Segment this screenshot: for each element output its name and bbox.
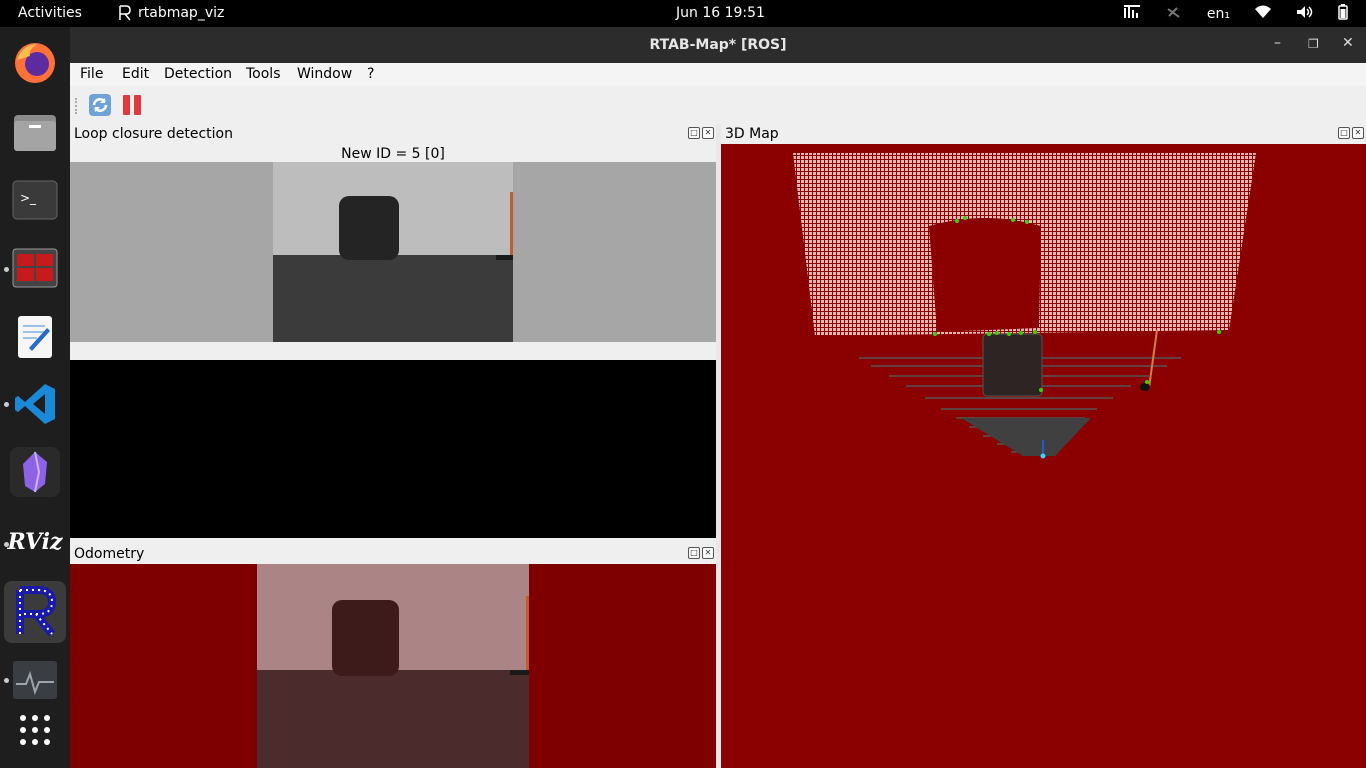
rtabmap-window: RTAB-Map* [ROS] – ❐ ✕ File Edit Detectio… [70, 27, 1366, 768]
new-image-view[interactable] [70, 162, 716, 342]
window-titlebar[interactable]: RTAB-Map* [ROS] – ❐ ✕ [70, 27, 1366, 63]
odometry-image-view[interactable] [70, 564, 716, 768]
svg-text:>_: >_ [20, 191, 37, 205]
top-bar: Activities rtabmap_viz Jun 16 19:51 en₁ [0, 0, 1366, 27]
vscode-icon[interactable] [10, 379, 60, 429]
system-tray[interactable]: en₁ [1123, 4, 1348, 24]
system-monitor-icon[interactable] [10, 655, 60, 705]
clock[interactable]: Jun 16 19:51 [676, 5, 765, 21]
rviz-icon[interactable]: RViz [7, 517, 63, 567]
loop-closure-title: Loop closure detection [74, 126, 233, 142]
app-menu[interactable]: rtabmap_viz [118, 5, 224, 21]
maximize-icon[interactable]: ❐ [1308, 37, 1319, 51]
odometry-panel: Odometry □ ✕ [70, 544, 716, 768]
activities-button[interactable]: Activities [18, 5, 82, 21]
terminator-icon[interactable] [10, 243, 60, 293]
network-off-icon[interactable] [1165, 4, 1183, 24]
map3d-title: 3D Map [725, 126, 779, 142]
files-icon[interactable] [10, 107, 60, 157]
firefox-icon[interactable] [10, 38, 60, 88]
loop-closure-image-view[interactable] [70, 360, 716, 538]
splitter[interactable] [70, 342, 716, 360]
menu-detection[interactable]: Detection [164, 66, 232, 82]
panel-float-icon[interactable]: □ [688, 547, 700, 559]
menu-help[interactable]: ? [367, 66, 374, 82]
rtabmap-small-icon [119, 5, 131, 21]
menu-tools[interactable]: Tools [246, 66, 281, 82]
refresh-icon[interactable] [88, 93, 112, 121]
show-apps-icon[interactable] [10, 705, 60, 755]
rtabmap-icon[interactable] [4, 581, 66, 643]
volume-icon[interactable] [1296, 5, 1314, 23]
menu-file[interactable]: File [80, 66, 103, 82]
panel-close-icon[interactable]: ✕ [1352, 127, 1364, 139]
menu-edit[interactable]: Edit [122, 66, 149, 82]
text-editor-icon[interactable] [10, 312, 60, 362]
terminal-icon[interactable]: >_ [10, 175, 60, 225]
map3d-panel: 3D Map □ ✕ [721, 124, 1366, 768]
app-name: rtabmap_viz [138, 5, 225, 21]
pause-icon[interactable] [121, 94, 143, 120]
wifi-icon[interactable] [1254, 5, 1272, 23]
toolbar-handle[interactable] [75, 98, 80, 114]
menu-bar: File Edit Detection Tools Window ? [70, 63, 1366, 86]
odometry-title: Odometry [74, 546, 145, 562]
toolbar [70, 86, 1366, 124]
close-icon[interactable]: ✕ [1342, 35, 1354, 51]
dock: >_ RViz [0, 27, 70, 768]
minimize-icon[interactable]: – [1274, 35, 1281, 51]
input-method[interactable]: en₁ [1207, 6, 1230, 22]
panel-close-icon[interactable]: ✕ [702, 127, 714, 139]
obsidian-icon[interactable] [10, 447, 60, 497]
panel-float-icon[interactable]: □ [1338, 127, 1350, 139]
panel-float-icon[interactable]: □ [688, 127, 700, 139]
bar-chart-icon[interactable] [1123, 4, 1141, 24]
panel-close-icon[interactable]: ✕ [702, 547, 714, 559]
battery-icon[interactable] [1338, 4, 1348, 24]
menu-window[interactable]: Window [297, 66, 352, 82]
window-title: RTAB-Map* [ROS] [649, 37, 787, 53]
rviz-label: RViz [7, 529, 63, 555]
new-id-label: New ID = 5 [0] [341, 146, 445, 162]
loop-closure-panel: Loop closure detection □ ✕ New ID = 5 [0… [70, 124, 716, 564]
map3d-view[interactable] [721, 144, 1366, 768]
